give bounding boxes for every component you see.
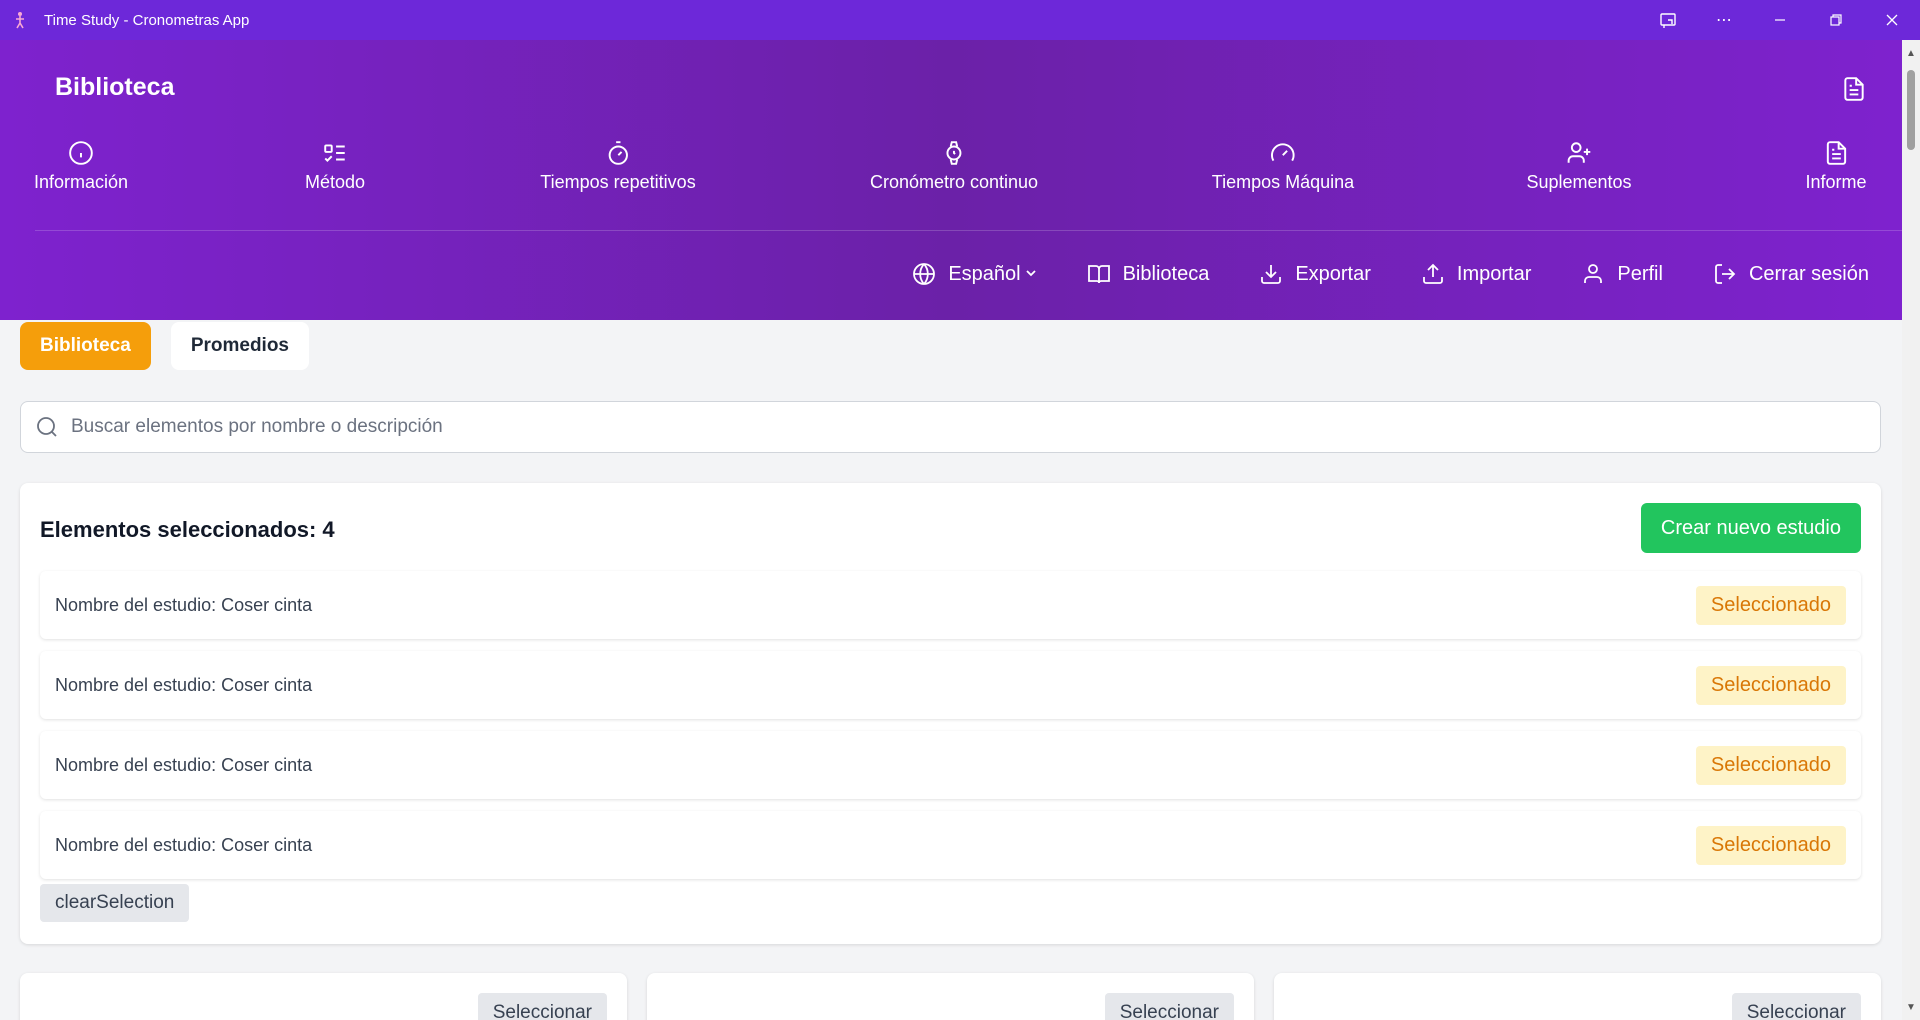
cast-icon[interactable] xyxy=(1640,0,1696,40)
download-icon xyxy=(1261,265,1282,284)
library-card: Seleccionar xyxy=(647,973,1254,1020)
profile-label: Perfil xyxy=(1617,262,1663,285)
nav-informe[interactable]: Informe xyxy=(1805,140,1867,193)
logout-button[interactable]: Cerrar sesión xyxy=(1713,262,1869,286)
selected-list: Nombre del estudio: Coser cinta Seleccio… xyxy=(40,571,1861,891)
gauge-icon xyxy=(1271,143,1295,162)
close-icon[interactable] xyxy=(1864,0,1920,40)
logout-label: Cerrar sesión xyxy=(1748,262,1869,285)
restore-icon[interactable] xyxy=(1808,0,1864,40)
list-item[interactable]: Nombre del estudio: Coser cinta Seleccio… xyxy=(40,571,1861,639)
nav-cronometro-continuo[interactable]: Cronómetro continuo xyxy=(870,140,1038,193)
export-label: Exportar xyxy=(1295,262,1371,285)
list-check-icon xyxy=(324,144,345,162)
study-name: Nombre del estudio: Coser cinta xyxy=(55,674,313,695)
study-name: Nombre del estudio: Coser cinta xyxy=(55,834,313,855)
minimize-icon[interactable] xyxy=(1752,0,1808,40)
header-divider xyxy=(35,230,1902,231)
logout-icon xyxy=(1715,264,1736,284)
tab-promedios[interactable]: Promedios xyxy=(170,322,310,370)
library-label: Biblioteca xyxy=(1122,262,1210,285)
title-bar: Time Study - Cronometras App ⋯ xyxy=(0,0,1920,40)
create-study-button[interactable]: Crear nuevo estudio xyxy=(1640,503,1861,553)
library-button[interactable]: Biblioteca xyxy=(1087,262,1210,286)
nav-suplementos[interactable]: Suplementos xyxy=(1526,140,1632,193)
selected-badge[interactable]: Seleccionado xyxy=(1695,825,1846,865)
import-label: Importar xyxy=(1456,262,1532,285)
nav-tiempos-maquina[interactable]: Tiempos Máquina xyxy=(1212,140,1354,193)
document-icon xyxy=(1826,141,1846,165)
nav-metodo[interactable]: Método xyxy=(305,140,365,193)
scrollbar-thumb[interactable] xyxy=(1907,70,1915,150)
nav-label: Informe xyxy=(1805,172,1867,192)
more-icon[interactable]: ⋯ xyxy=(1696,0,1752,40)
list-item[interactable]: Nombre del estudio: Coser cinta Seleccio… xyxy=(40,731,1861,799)
clear-selection-button[interactable]: clearSelection xyxy=(40,884,190,922)
library-card: Seleccionar xyxy=(1274,973,1881,1020)
chevron-down-icon xyxy=(1025,266,1037,282)
study-name: Nombre del estudio: Coser cinta xyxy=(55,594,313,615)
info-icon xyxy=(69,141,93,165)
nav-label: Tiempos repetitivos xyxy=(540,172,696,192)
nav-label: Información xyxy=(33,172,129,192)
document-icon[interactable] xyxy=(1841,76,1867,102)
selected-count-title: Elementos seleccionados: 4 xyxy=(40,517,335,542)
list-item[interactable]: Nombre del estudio: Coser cinta Seleccio… xyxy=(40,651,1861,719)
nav-label: Método xyxy=(304,172,366,192)
language-selector[interactable]: Español xyxy=(912,262,1036,286)
profile-button[interactable]: Perfil xyxy=(1581,262,1663,286)
scroll-down-icon[interactable]: ▼ xyxy=(1902,998,1920,1016)
nav-label: Suplementos xyxy=(1526,172,1632,192)
search-box xyxy=(20,401,1881,453)
page-title: Biblioteca xyxy=(55,73,175,101)
select-button[interactable]: Seleccionar xyxy=(1731,993,1861,1020)
search-input[interactable] xyxy=(71,416,1771,438)
tab-biblioteca[interactable]: Biblioteca xyxy=(20,322,151,370)
study-name: Nombre del estudio: Coser cinta xyxy=(55,754,313,775)
nav-tiempos-repetitivos[interactable]: Tiempos repetitivos xyxy=(540,140,696,193)
library-card: Seleccionar xyxy=(20,973,627,1020)
select-button[interactable]: Seleccionar xyxy=(1104,993,1234,1020)
view-tabs: Biblioteca Promedios xyxy=(20,322,329,370)
select-button[interactable]: Seleccionar xyxy=(477,993,607,1020)
selected-elements-panel: Elementos seleccionados: 4 Crear nuevo e… xyxy=(20,483,1881,944)
globe-icon xyxy=(913,263,936,285)
selected-badge[interactable]: Seleccionado xyxy=(1695,585,1846,625)
timer-icon xyxy=(608,141,628,165)
user-plus-icon xyxy=(1567,142,1590,163)
selected-badge[interactable]: Seleccionado xyxy=(1695,665,1846,705)
window-title: Time Study - Cronometras App xyxy=(44,11,250,29)
list-item[interactable]: Nombre del estudio: Coser cinta Seleccio… xyxy=(40,811,1861,879)
user-icon xyxy=(1584,264,1603,283)
main-nav: Información Método Tiempos repetitivos C… xyxy=(0,140,1902,230)
export-button[interactable]: Exportar xyxy=(1259,262,1371,286)
nav-label: Tiempos Máquina xyxy=(1211,172,1355,192)
search-icon xyxy=(37,417,57,437)
header-actions: Español Biblioteca Exportar Importar Per… xyxy=(862,262,1869,286)
book-icon xyxy=(1087,265,1110,284)
app-icon xyxy=(10,10,30,30)
app-header: Biblioteca Información Método Tiempos re… xyxy=(0,40,1902,320)
nav-label: Cronómetro continuo xyxy=(869,172,1039,192)
import-button[interactable]: Importar xyxy=(1421,262,1531,286)
language-label: Español xyxy=(948,262,1021,285)
scroll-up-icon[interactable]: ▲ xyxy=(1902,44,1920,62)
selected-badge[interactable]: Seleccionado xyxy=(1695,745,1846,785)
watch-icon xyxy=(946,141,962,165)
vertical-scrollbar[interactable]: ▲ ▼ xyxy=(1902,40,1920,1020)
upload-icon xyxy=(1423,263,1443,284)
nav-informacion[interactable]: Información xyxy=(34,140,128,193)
